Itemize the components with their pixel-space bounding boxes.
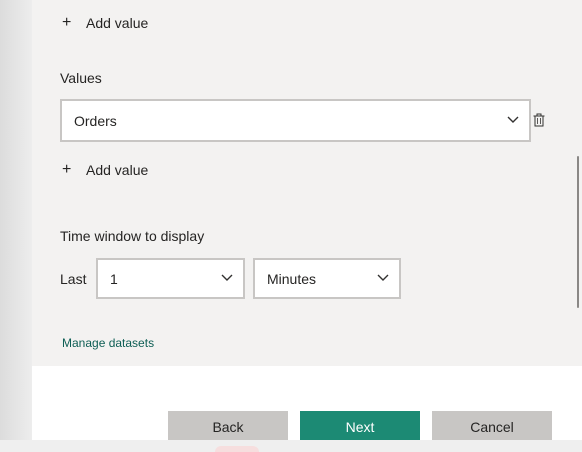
chevron-down-icon [507,116,519,123]
add-value-label: Add value [86,15,149,31]
settings-panel [32,0,582,366]
time-unit-value: Minutes [267,270,317,287]
time-unit-dropdown[interactable]: Minutes [253,258,401,299]
add-value-button-top[interactable]: + Add value [62,14,148,32]
plus-icon: + [62,14,72,31]
plus-icon: + [62,161,72,178]
cancel-button[interactable]: Cancel [432,411,552,443]
add-value-label: Add value [86,162,149,178]
values-dropdown[interactable]: Orders [60,99,531,142]
values-dropdown-value: Orders [74,112,117,129]
time-window-label: Time window to display [60,228,205,244]
back-button[interactable]: Back [168,411,288,443]
chevron-down-icon [377,274,389,281]
manage-datasets-link[interactable]: Manage datasets [62,336,154,350]
bottom-strip [0,440,582,452]
time-amount-value: 1 [110,270,118,287]
background-shadow [0,0,32,440]
values-label: Values [60,70,102,86]
partial-element [215,446,259,452]
next-button[interactable]: Next [300,411,420,443]
last-label: Last [60,271,87,287]
chevron-down-icon [221,274,233,281]
trash-icon[interactable] [533,113,545,127]
time-amount-dropdown[interactable]: 1 [96,258,245,299]
panel-scrollbar[interactable] [577,156,579,308]
add-value-button-bottom[interactable]: + Add value [62,161,148,179]
